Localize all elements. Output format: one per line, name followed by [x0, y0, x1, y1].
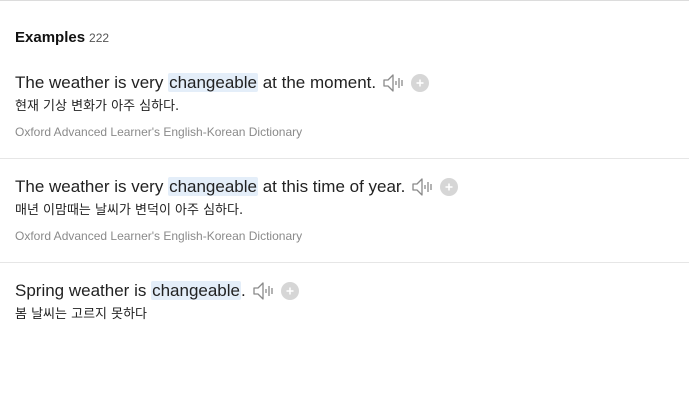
example-sentence: Spring weather is changeable.: [15, 281, 246, 301]
speaker-icon: [412, 178, 433, 196]
sentence-text: The weather is very: [15, 177, 169, 196]
add-to-wordbook-button[interactable]: [440, 178, 459, 196]
pronunciation-button[interactable]: [410, 176, 436, 198]
example-divider: [0, 158, 689, 159]
example-sentence-row: The weather is very changeable at this t…: [15, 175, 689, 199]
speaker-icon: [383, 74, 403, 92]
example-item: The weather is very changeable at the mo…: [15, 71, 689, 142]
speaker-icon: [253, 282, 273, 300]
examples-count: 222: [89, 31, 110, 45]
pronunciation-button[interactable]: [381, 72, 407, 94]
example-sentence: The weather is very changeable at this t…: [15, 177, 405, 197]
sentence-text: Spring weather is: [15, 281, 152, 300]
example-sentence: The weather is very changeable at the mo…: [15, 73, 376, 93]
examples-header: Examples 222: [15, 29, 109, 47]
example-sentence-row: The weather is very changeable at the mo…: [15, 71, 689, 95]
pronunciation-button[interactable]: [251, 280, 277, 302]
highlighted-keyword: changeable: [151, 281, 241, 300]
example-translation: 매년 이맘때는 날씨가 변덕이 아주 심하다.: [15, 203, 244, 218]
example-translation: 봄 날씨는 고르지 못하다: [15, 307, 147, 322]
top-border: [0, 0, 689, 1]
add-to-wordbook-button[interactable]: [411, 74, 430, 92]
example-source: Oxford Advanced Learner's English-Korean…: [15, 125, 303, 139]
plus-circle-icon: [445, 183, 453, 191]
highlighted-keyword: changeable: [168, 177, 258, 196]
plus-circle-icon: [416, 79, 424, 87]
sentence-text: at this time of year.: [257, 177, 406, 196]
add-to-wordbook-button[interactable]: [280, 282, 299, 300]
example-sentence-row: Spring weather is changeable.: [15, 279, 689, 303]
highlighted-keyword: changeable: [168, 73, 258, 92]
sentence-text: at the moment.: [257, 73, 377, 92]
example-item: The weather is very changeable at this t…: [15, 175, 689, 246]
sentence-text: .: [241, 281, 246, 300]
plus-circle-icon: [286, 287, 294, 295]
sentence-text: The weather is very: [15, 73, 169, 92]
section-title: Examples: [15, 29, 86, 46]
example-divider: [0, 262, 689, 263]
example-translation: 현재 기상 변화가 아주 심하다.: [15, 99, 180, 114]
example-item: Spring weather is changeable. 봄 날씨는 고르지 …: [15, 279, 689, 326]
example-source: Oxford Advanced Learner's English-Korean…: [15, 229, 303, 243]
